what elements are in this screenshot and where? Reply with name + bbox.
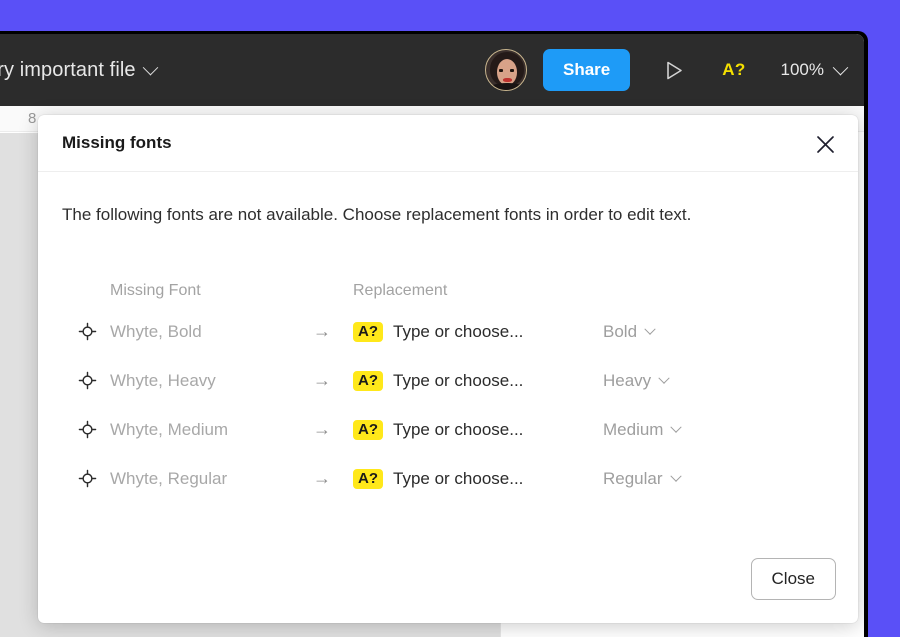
chevron-down-icon (644, 323, 656, 335)
font-style-dropdown[interactable]: Medium (603, 420, 753, 440)
missing-fonts-dialog: Missing fonts The following fonts are no… (38, 115, 858, 623)
table-header-row: Missing Font Replacement (38, 275, 858, 307)
replacement-placeholder: Type or choose... (393, 419, 524, 439)
missing-font-badge-icon: A? (353, 370, 383, 391)
file-name-menu[interactable]: ery important file (0, 34, 158, 106)
application-window: ery important file Share A? 100% 8 Missi… (0, 31, 868, 637)
chevron-down-icon (832, 59, 849, 75)
chevron-down-icon (669, 470, 682, 482)
dialog-title: Missing fonts (62, 133, 172, 152)
font-style-label: Heavy (603, 370, 652, 390)
avatar-eye-right (510, 69, 514, 72)
missing-font-name: Whyte, Heavy (110, 370, 216, 390)
chevron-down-icon (658, 372, 670, 384)
table-row: Whyte, Heavy → A? Type or choose... Heav… (38, 356, 858, 405)
avatar-eye-left (499, 69, 503, 72)
file-name-label: ery important file (0, 58, 136, 81)
dialog-description: The following fonts are not available. C… (62, 205, 692, 224)
column-header-replacement: Replacement (353, 282, 448, 299)
window-inner: ery important file Share A? 100% 8 Missi… (0, 34, 864, 637)
missing-font-name: Whyte, Regular (110, 468, 228, 488)
arrow-right-icon: → (313, 321, 331, 341)
ruler-tick-label: 8 (28, 110, 37, 127)
replacement-placeholder: Type or choose... (393, 370, 524, 390)
top-toolbar: ery important file Share A? 100% (0, 34, 864, 106)
chevron-down-icon (142, 59, 158, 75)
zoom-level-label: 100% (780, 60, 824, 79)
font-style-dropdown[interactable]: Heavy (603, 371, 753, 391)
replacement-input[interactable]: A? Type or choose... (353, 321, 603, 342)
font-style-label: Regular (603, 468, 663, 488)
font-style-dropdown[interactable]: Regular (603, 469, 753, 489)
dialog-header: Missing fonts (38, 115, 858, 172)
missing-font-name: Whyte, Medium (110, 419, 229, 439)
replacement-placeholder: Type or choose... (393, 468, 524, 488)
replacement-input[interactable]: A? Type or choose... (353, 370, 603, 391)
missing-font-name: Whyte, Bold (110, 321, 202, 341)
font-style-label: Bold (603, 321, 638, 341)
table-row: Whyte, Regular → A? Type or choose... Re… (38, 454, 858, 503)
close-icon[interactable] (811, 130, 839, 158)
replacement-placeholder: Type or choose... (393, 321, 524, 341)
missing-fonts-indicator-button[interactable]: A? (722, 60, 745, 80)
close-icon-glyph (816, 135, 834, 153)
present-button[interactable] (660, 49, 688, 91)
missing-font-badge-icon: A? (353, 419, 383, 440)
font-style-dropdown[interactable]: Bold (603, 322, 753, 342)
missing-font-badge-icon: A? (353, 321, 383, 342)
close-button[interactable]: Close (750, 558, 836, 600)
table-row: Whyte, Medium → A? Type or choose... Med… (38, 405, 858, 454)
column-header-missing-font: Missing Font (110, 282, 201, 299)
avatar-lips (503, 78, 512, 82)
avatar-shoulders (488, 83, 526, 90)
arrow-right-icon: → (313, 370, 331, 390)
zoom-control[interactable]: 100% (780, 59, 849, 80)
toolbar-right-group: Share A? 100% (485, 34, 849, 106)
missing-fonts-table: Missing Font Replacement Whyte, Bold → A… (38, 275, 858, 503)
replacement-input[interactable]: A? Type or choose... (353, 468, 603, 489)
replacement-input[interactable]: A? Type or choose... (353, 419, 603, 440)
arrow-right-icon: → (313, 468, 331, 488)
font-style-label: Medium (603, 419, 664, 439)
avatar[interactable] (485, 49, 527, 91)
play-triangle-icon (666, 61, 682, 79)
table-row: Whyte, Bold → A? Type or choose... Bold (38, 307, 858, 356)
dialog-footer: Close (750, 558, 836, 600)
arrow-right-icon: → (313, 419, 331, 439)
share-button[interactable]: Share (543, 49, 631, 91)
chevron-down-icon (670, 421, 683, 433)
missing-font-badge-icon: A? (353, 468, 383, 489)
